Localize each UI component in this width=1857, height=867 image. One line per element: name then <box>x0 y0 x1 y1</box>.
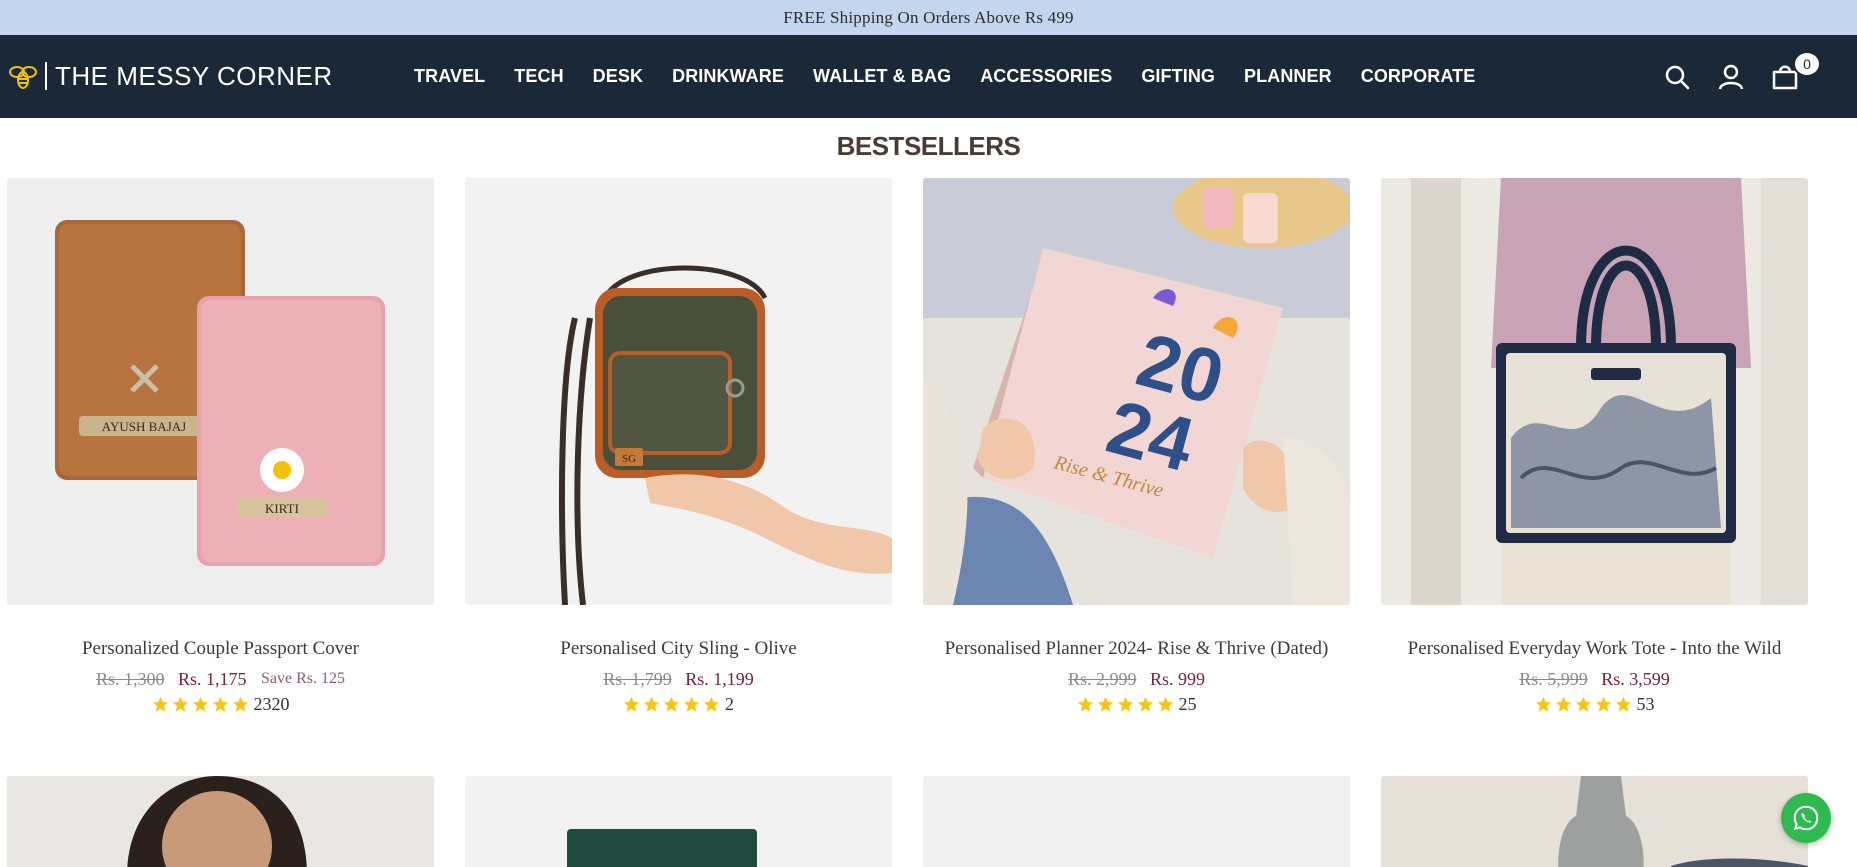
product-title[interactable]: Personalized Couple Passport Cover <box>7 638 434 660</box>
sale-price: Rs. 3,599 <box>1601 669 1670 689</box>
old-price: Rs. 1,300 <box>95 669 165 689</box>
review-count: 25 <box>1178 694 1197 714</box>
main-nav: TRAVEL TECH DESK DRINKWARE WALLET & BAG … <box>414 35 1504 118</box>
work-tote-image <box>1381 178 1808 605</box>
brand-logo[interactable]: THE MESSY CORNER <box>7 57 333 95</box>
vase-image <box>1381 776 1808 867</box>
brand-name: THE MESSY CORNER <box>55 60 333 91</box>
star-icon <box>663 696 680 712</box>
star-icon <box>1615 696 1631 712</box>
nav-accessories[interactable]: ACCESSORIES <box>980 66 1112 87</box>
review-count: 2320 <box>253 694 290 714</box>
nav-travel[interactable]: TRAVEL <box>414 66 485 87</box>
cart-icon[interactable]: 0 <box>1771 50 1821 91</box>
nav-tech[interactable]: TECH <box>514 66 563 87</box>
search-icon[interactable] <box>1663 63 1691 91</box>
cart-count-badge: 0 <box>1793 50 1821 77</box>
passport-name-brown: AYUSH BAJAJ <box>102 419 186 434</box>
star-icon <box>623 696 640 712</box>
nav-drinkware[interactable]: DRINKWARE <box>672 66 784 87</box>
product-placeholder-image <box>923 776 1350 867</box>
announcement-bar: FREE Shipping On Orders Above Rs 499 <box>0 0 1857 35</box>
star-icon <box>192 696 208 712</box>
star-icon <box>643 696 660 712</box>
sale-price: Rs. 999 <box>1150 669 1206 689</box>
whatsapp-icon <box>1793 805 1819 831</box>
product-title[interactable]: Personalised City Sling - Olive <box>465 638 892 660</box>
star-icon <box>1077 696 1093 712</box>
passport-cover-image: AYUSH BAJAJ KIRTI <box>7 178 434 605</box>
header-actions: 0 <box>1663 35 1821 118</box>
save-label: Save Rs. 125 <box>261 670 346 687</box>
product-image[interactable] <box>7 776 434 867</box>
product-image[interactable]: SG <box>465 178 892 605</box>
product-rating: 53 <box>1381 694 1808 715</box>
star-icon <box>1157 696 1173 712</box>
logo-divider <box>45 62 47 90</box>
product-image[interactable] <box>1381 178 1808 605</box>
old-price: Rs. 2,999 <box>1067 669 1137 689</box>
product-card[interactable]: 20 24 Rise & Thrive Personalised Planner… <box>923 178 1350 715</box>
star-icon <box>1117 696 1133 712</box>
product-card[interactable]: Personalised Everyday Work Tote - Into t… <box>1381 178 1808 715</box>
star-icon <box>1137 696 1153 712</box>
product-card[interactable]: SG Personalised City Sling - Olive Rs. 1… <box>465 178 892 715</box>
product-prices: Rs. 1,300 Rs. 1,175 Save Rs. 125 <box>7 669 434 690</box>
product-prices: Rs. 1,799 Rs. 1,199 <box>465 669 892 690</box>
star-icon <box>1575 696 1591 712</box>
nav-gifting[interactable]: GIFTING <box>1141 66 1215 87</box>
review-count: 53 <box>1636 694 1655 714</box>
sale-price: Rs. 1,175 <box>178 669 247 689</box>
review-count: 2 <box>725 694 734 714</box>
product-rating: 2 <box>465 694 892 715</box>
portrait-image <box>7 776 434 867</box>
nav-corporate[interactable]: CORPORATE <box>1361 66 1476 87</box>
product-rating: 2320 <box>7 694 434 715</box>
star-icon <box>1097 696 1113 712</box>
nav-planner[interactable]: PLANNER <box>1244 66 1332 87</box>
star-icon <box>232 696 248 712</box>
product-image[interactable] <box>923 776 1350 867</box>
old-price: Rs. 5,999 <box>1519 669 1588 689</box>
product-grid-row-2 <box>7 776 1808 867</box>
star-icon <box>172 696 188 712</box>
product-image[interactable] <box>1381 776 1808 867</box>
product-rating: 25 <box>923 694 1350 715</box>
product-prices: Rs. 5,999 Rs. 3,599 <box>1381 669 1808 690</box>
nav-desk[interactable]: DESK <box>593 66 643 87</box>
account-icon[interactable] <box>1717 63 1745 91</box>
product-image[interactable] <box>465 776 892 867</box>
star-icon <box>1535 696 1551 712</box>
star-icon <box>1555 696 1571 712</box>
planner-image: 20 24 Rise & Thrive <box>923 178 1350 605</box>
star-icon <box>152 696 168 712</box>
site-header: THE MESSY CORNER TRAVEL TECH DESK DRINKW… <box>0 35 1857 118</box>
product-prices: Rs. 2,999 Rs. 999 <box>923 669 1350 690</box>
section-title: BESTSELLERS <box>836 131 1021 161</box>
product-image[interactable]: AYUSH BAJAJ KIRTI <box>7 178 434 605</box>
bee-logo-icon <box>9 66 37 89</box>
city-sling-image: SG <box>465 178 892 605</box>
product-card[interactable]: AYUSH BAJAJ KIRTI Personalized Couple Pa… <box>7 178 434 715</box>
product-title[interactable]: Personalised Planner 2024- Rise & Thrive… <box>923 638 1350 660</box>
star-icon <box>703 696 720 712</box>
star-icon <box>212 696 228 712</box>
announcement-text: FREE Shipping On Orders Above Rs 499 <box>783 7 1074 27</box>
product-image[interactable]: 20 24 Rise & Thrive <box>923 178 1350 605</box>
nav-wallet-bag[interactable]: WALLET & BAG <box>813 66 951 87</box>
passport-name-pink: KIRTI <box>265 501 299 516</box>
sale-price: Rs. 1,199 <box>685 669 754 689</box>
old-price: Rs. 1,799 <box>603 669 672 689</box>
whatsapp-chat-button[interactable] <box>1781 793 1831 843</box>
product-grid: AYUSH BAJAJ KIRTI Personalized Couple Pa… <box>7 178 1808 715</box>
sling-tag-text: SG <box>622 453 636 465</box>
star-icon <box>683 696 700 712</box>
star-icon <box>1595 696 1611 712</box>
wallet-image <box>465 776 892 867</box>
product-title[interactable]: Personalised Everyday Work Tote - Into t… <box>1381 638 1808 660</box>
